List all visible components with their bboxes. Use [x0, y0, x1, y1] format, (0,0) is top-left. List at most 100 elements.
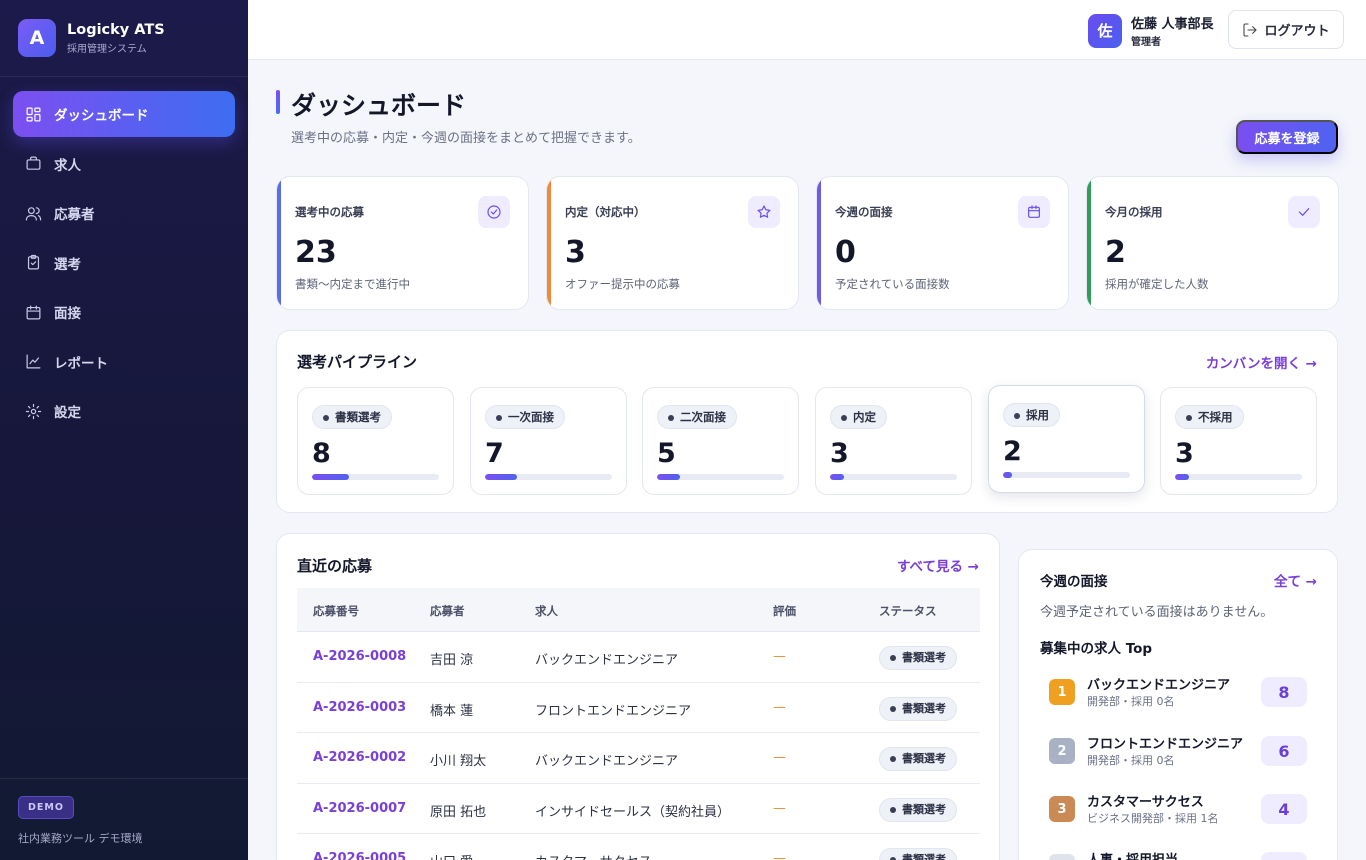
chart-line-icon	[26, 354, 41, 369]
application-id-link[interactable]: A-2026-0007	[313, 801, 406, 816]
list-item[interactable]: 4 人事・採用担当	[1049, 846, 1307, 860]
sidebar-item-interviews[interactable]: 面接	[13, 289, 235, 335]
kpi-description: 書類〜内定まで進行中	[295, 277, 410, 291]
sidebar-item-selection[interactable]: 選考	[13, 240, 235, 286]
kpi-accent	[1087, 177, 1091, 309]
sidebar-item-label: レポート	[54, 355, 108, 372]
kpi-accent	[277, 177, 281, 309]
sidebar-item-label: 応募者	[54, 207, 95, 223]
job-title: フロントエンドエンジニア	[1087, 737, 1244, 752]
kpi-description: オファー提示中の応募	[565, 277, 680, 291]
job-title: インサイドセールス（契約社員）	[535, 804, 731, 820]
applicant-name: 吉田 涼	[430, 653, 474, 668]
list-item[interactable]: 1 バックエンドエンジニア 開発部・採用 0名 8	[1049, 671, 1307, 711]
sidebar-item-dashboard[interactable]: ダッシュボード	[13, 91, 235, 137]
sidebar-item-label: 面接	[54, 306, 81, 322]
stage-progress-fill	[1175, 474, 1189, 480]
list-item[interactable]: 3 カスタマーサクセス ビジネス開発部・採用 1名 4	[1049, 788, 1307, 828]
stage-count: 2	[1003, 436, 1022, 467]
status-badge: 書類選考	[879, 646, 957, 670]
rating: —	[773, 750, 786, 765]
column-header[interactable]: 評価	[773, 603, 796, 619]
sidebar-item-jobs[interactable]: 求人	[13, 141, 235, 187]
view-all-link[interactable]: すべて見る →	[897, 555, 979, 575]
table-row[interactable]: A-2026-0007 原田 拓也 インサイドセールス（契約社員） — 書類選考	[297, 784, 980, 834]
kpi-card-offers[interactable]: 内定（対応中） 3 オファー提示中の応募	[546, 176, 799, 310]
pipeline-panel: 選考パイプライン カンバンを開く → 書類選考 8 一次面接 7 二次面接 5 …	[276, 330, 1338, 513]
pipeline-stage[interactable]: 一次面接 7	[470, 387, 627, 495]
clipboard-icon	[27, 254, 40, 270]
kpi-accent	[817, 177, 821, 309]
side-panel: 今週の面接 全て → 今週予定されている面接はありません。 募集中の求人 Top…	[1018, 549, 1338, 860]
sidebar-item-applicants[interactable]: 応募者	[13, 190, 235, 236]
sidebar-item-label: ダッシュボード	[54, 108, 149, 124]
interviews-title: 今週の面接	[1040, 574, 1108, 590]
stage-progress-bar	[830, 474, 957, 480]
sidebar: A Logicky ATS 採用管理システム ダッシュボード 求人 応募者 選考…	[0, 0, 248, 860]
stage-count: 7	[485, 438, 504, 469]
star-icon	[748, 196, 780, 228]
kpi-card-interviews-week[interactable]: 今週の面接 0 予定されている面接数	[816, 176, 1069, 310]
briefcase-icon	[26, 156, 41, 170]
stage-progress-bar	[485, 474, 612, 480]
sidebar-item-settings[interactable]: 設定	[13, 388, 235, 434]
kpi-card-hires-month[interactable]: 今月の採用 2 採用が確定した人数	[1086, 176, 1339, 310]
pipeline-stage[interactable]: 書類選考 8	[297, 387, 454, 495]
rank-badge: 4	[1049, 854, 1075, 860]
status-badge: 書類選考	[879, 696, 957, 721]
applicant-name: 小川 翔太	[430, 754, 487, 769]
column-header[interactable]: 求人	[535, 603, 558, 619]
stage-count: 8	[312, 438, 331, 469]
table-row[interactable]: A-2026-0005 山口 愛 カスタマーサクセス — 書類選考	[297, 834, 980, 860]
applicant-name: 橋本 蓮	[430, 703, 474, 719]
stage-label: 一次面接	[485, 405, 565, 429]
kpi-value: 3	[565, 235, 586, 270]
check-circle-icon	[478, 196, 510, 228]
pipeline-stage[interactable]: 採用 2	[988, 385, 1145, 493]
application-id-link[interactable]: A-2026-0008	[313, 649, 406, 664]
brand[interactable]: A Logicky ATS 採用管理システム	[0, 0, 248, 77]
calendar-icon	[26, 305, 41, 319]
top-jobs-title: 募集中の求人 Top	[1040, 641, 1153, 657]
stage-progress-bar	[657, 474, 784, 480]
user-role: 管理者	[1131, 37, 1161, 48]
application-id-link[interactable]: A-2026-0005	[313, 851, 406, 860]
sidebar-item-reports[interactable]: レポート	[13, 339, 235, 385]
stage-label: 採用	[1003, 403, 1060, 427]
column-header[interactable]: 応募者	[430, 603, 465, 619]
sidebar-footer: DEMO 社内業務ツール デモ環境	[0, 778, 248, 860]
job-title: バックエンドエンジニア	[535, 754, 679, 769]
column-header[interactable]: ステータス	[879, 603, 937, 619]
register-application-button[interactable]: 応募を登録	[1236, 120, 1338, 154]
user-name: 佐藤 人事部長	[1131, 17, 1214, 32]
table-row[interactable]: A-2026-0002 小川 翔太 バックエンドエンジニア — 書類選考	[297, 733, 980, 784]
gear-icon	[25, 403, 42, 419]
application-id-link[interactable]: A-2026-0003	[313, 700, 406, 715]
kpi-accent	[547, 177, 551, 309]
recent-applications-panel: 直近の応募 すべて見る → 応募番号 応募者 求人 評価 ステータス A-202…	[276, 533, 1000, 860]
kpi-value: 0	[835, 235, 856, 270]
all-interviews-link[interactable]: 全て →	[1274, 570, 1317, 590]
pipeline-stage[interactable]: 不採用 3	[1160, 387, 1317, 495]
open-kanban-link[interactable]: カンバンを開く →	[1206, 352, 1317, 372]
applicant-name: 原田 拓也	[430, 804, 487, 820]
rating: —	[773, 800, 786, 816]
user-menu[interactable]: 佐 佐藤 人事部長 管理者	[1088, 13, 1214, 48]
application-id-link[interactable]: A-2026-0002	[313, 750, 406, 765]
brand-name: Logicky ATS	[67, 21, 165, 38]
table-row[interactable]: A-2026-0008 吉田 涼 バックエンドエンジニア — 書類選考	[297, 632, 980, 683]
pipeline-stage[interactable]: 内定 3	[815, 387, 972, 495]
pipeline-stage[interactable]: 二次面接 5	[642, 387, 799, 495]
page-title: ダッシュボード	[291, 91, 467, 120]
logout-icon	[1243, 22, 1258, 37]
applicant-name: 山口 愛	[430, 851, 473, 860]
stage-label: 内定	[830, 405, 887, 429]
applicant-count: 8	[1261, 677, 1307, 707]
list-item[interactable]: 2 フロントエンドエンジニア 開発部・採用 0名 6	[1049, 730, 1307, 770]
table-row[interactable]: A-2026-0003 橋本 蓮 フロントエンドエンジニア — 書類選考	[297, 683, 980, 733]
kpi-card-in-selection[interactable]: 選考中の応募 23 書類〜内定まで進行中	[276, 176, 529, 310]
logout-button[interactable]: ログアウト	[1228, 10, 1344, 49]
column-header[interactable]: 応募番号	[313, 603, 359, 619]
brand-logo: A	[18, 19, 56, 57]
rank-badge: 1	[1049, 679, 1075, 705]
